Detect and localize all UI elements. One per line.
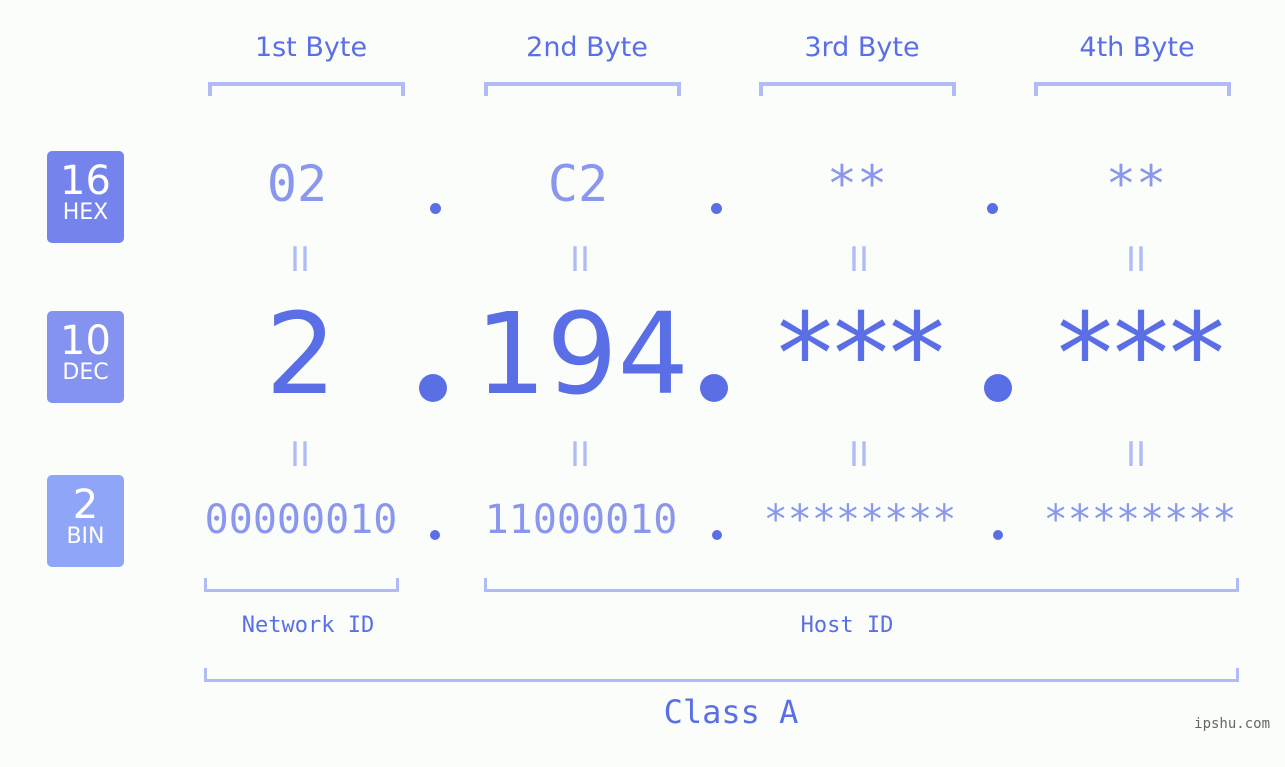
class-bracket xyxy=(204,668,1239,682)
hex-badge-label: HEX xyxy=(62,200,109,225)
equals-icon: II xyxy=(569,435,591,475)
watermark: ipshu.com xyxy=(1194,716,1270,732)
byte-header-4: 4th Byte xyxy=(1079,32,1195,63)
byte-header-2: 2nd Byte xyxy=(526,32,648,63)
bin-badge-label: BIN xyxy=(66,524,105,549)
host-id-bracket xyxy=(484,578,1239,592)
equals-icon: II xyxy=(848,435,870,475)
bin-byte-2: 11000010 xyxy=(484,497,678,543)
equals-icon: II xyxy=(289,240,311,280)
dec-separator-dot xyxy=(700,374,728,402)
byte-bracket-3 xyxy=(759,82,956,96)
dec-badge: 10 DEC xyxy=(47,311,124,403)
dec-byte-3: *** xyxy=(777,290,945,420)
dec-separator-dot xyxy=(984,374,1012,402)
network-id-label: Network ID xyxy=(241,613,375,638)
bin-byte-4: ******** xyxy=(1043,497,1237,543)
bin-byte-3: ******** xyxy=(763,497,957,543)
byte-header-1: 1st Byte xyxy=(254,32,368,63)
hex-badge-number: 16 xyxy=(60,158,111,204)
hex-byte-3: ** xyxy=(826,155,888,213)
class-label: Class A xyxy=(663,693,799,731)
dec-byte-2: 194 xyxy=(475,290,689,420)
bin-byte-1: 00000010 xyxy=(204,497,398,543)
equals-icon: II xyxy=(569,240,591,280)
bin-separator-dot xyxy=(712,530,722,540)
dec-badge-label: DEC xyxy=(62,360,109,385)
dec-byte-4: *** xyxy=(1057,290,1225,420)
hex-badge: 16 HEX xyxy=(47,151,124,243)
equals-icon: II xyxy=(848,240,870,280)
network-id-bracket xyxy=(204,578,399,592)
dec-separator-dot xyxy=(419,374,447,402)
byte-bracket-4 xyxy=(1034,82,1231,96)
dec-byte-1: 2 xyxy=(265,290,337,420)
hex-separator-dot xyxy=(987,203,998,214)
equals-icon: II xyxy=(1125,435,1147,475)
hex-byte-4: ** xyxy=(1105,155,1167,213)
hex-separator-dot xyxy=(711,203,722,214)
hex-separator-dot xyxy=(430,203,441,214)
hex-byte-2: C2 xyxy=(547,155,609,213)
equals-icon: II xyxy=(1125,240,1147,280)
bin-separator-dot xyxy=(430,530,440,540)
bin-separator-dot xyxy=(993,530,1003,540)
equals-icon: II xyxy=(289,435,311,475)
byte-bracket-2 xyxy=(484,82,681,96)
byte-header-3: 3rd Byte xyxy=(804,32,920,63)
hex-byte-1: 02 xyxy=(266,155,328,213)
dec-badge-number: 10 xyxy=(60,318,111,364)
bin-badge-number: 2 xyxy=(72,482,99,528)
bin-badge: 2 BIN xyxy=(47,475,124,567)
byte-bracket-1 xyxy=(208,82,405,96)
host-id-label: Host ID xyxy=(800,613,894,638)
